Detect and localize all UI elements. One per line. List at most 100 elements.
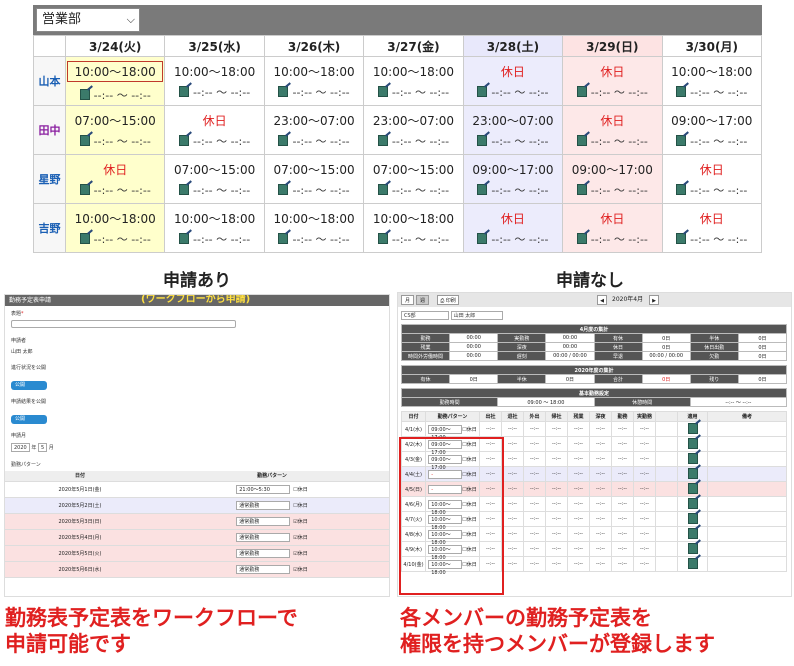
record-edit-icon[interactable] [278, 135, 289, 146]
shift-cell[interactable]: 07:00～15:00 --:-- ～ --:-- [363, 154, 464, 204]
shift-cell[interactable]: 07:00～15:00 --:-- ～ --:-- [263, 154, 365, 204]
record-edit-icon[interactable] [377, 233, 388, 244]
record-edit-icon[interactable] [676, 184, 687, 195]
shift-cell[interactable]: 09:00～17:00 --:-- ～ --:-- [661, 105, 763, 155]
daily-time: --:-- [633, 436, 656, 452]
holiday-checkbox[interactable]: ☑休日 [293, 567, 307, 573]
shift-cell[interactable]: 10:00～18:00 --:-- ～ --:-- [661, 56, 763, 106]
daily-pattern-select[interactable]: 09:00〜17:00 [428, 424, 463, 441]
apply-edit-icon[interactable] [687, 452, 698, 464]
apply-edit-icon[interactable] [687, 557, 698, 569]
shift-cell[interactable]: 休日 --:-- ～ --:-- [164, 105, 265, 155]
record-edit-icon[interactable] [676, 135, 687, 146]
holiday-checkbox[interactable]: ☑休日 [293, 519, 307, 525]
person-select[interactable]: 山田 太郎 [450, 311, 503, 320]
record-edit-icon[interactable] [79, 89, 90, 100]
tab-month[interactable]: 月 [401, 295, 414, 305]
apply-edit-icon[interactable] [687, 497, 698, 509]
tab-week[interactable]: 週 [416, 295, 429, 305]
prev-month-button[interactable]: ◀ [597, 295, 607, 305]
shift-cell[interactable]: 09:00～17:00 --:-- ～ --:-- [462, 154, 564, 204]
record-edit-icon[interactable] [179, 135, 190, 146]
record-edit-icon[interactable] [278, 233, 289, 244]
shift-time: 07:00～15:00 [174, 162, 256, 177]
record-edit-icon[interactable] [79, 135, 90, 146]
record-edit-icon[interactable] [179, 233, 190, 244]
shift-cell[interactable]: 10:00～18:00 --:-- ～ --:-- [164, 56, 265, 106]
shift-cell[interactable]: 09:00～17:00 --:-- ～ --:-- [562, 154, 663, 204]
record-edit-icon[interactable] [377, 184, 388, 195]
apply-edit-icon[interactable] [687, 437, 698, 449]
record-edit-icon[interactable] [477, 135, 488, 146]
record-edit-icon[interactable] [576, 135, 587, 146]
record-edit-icon[interactable] [79, 233, 90, 244]
holiday-checkbox[interactable]: ☑休日 [293, 535, 307, 541]
shift-cell[interactable]: 休日 --:-- ～ --:-- [562, 203, 663, 253]
apply-edit-icon[interactable] [687, 422, 698, 434]
record-edit-icon[interactable] [377, 135, 388, 146]
year-select[interactable]: 2020 [11, 443, 30, 452]
apply-edit-icon[interactable] [687, 527, 698, 539]
pattern-select[interactable]: 通常勤務 [236, 532, 291, 542]
print-button[interactable]: ⎙ 印刷 [437, 295, 459, 305]
summary-key: 深夜 [497, 342, 547, 352]
month-select[interactable]: 5 [37, 443, 48, 452]
pattern-select[interactable]: 通常勤務 [236, 500, 291, 510]
subject-input[interactable] [11, 320, 236, 328]
record-edit-icon[interactable] [179, 184, 190, 195]
daily-holiday-checkbox[interactable]: ☐休日 [462, 427, 476, 433]
shift-cell[interactable]: 休日 --:-- ～ --:-- [462, 203, 564, 253]
col-header: 残業 [567, 411, 590, 422]
shift-cell[interactable]: 23:00～07:00 --:-- ～ --:-- [363, 105, 464, 155]
record-edit-icon[interactable] [477, 233, 488, 244]
shift-cell[interactable]: 10:00～18:00 --:-- ～ --:-- [263, 56, 365, 106]
shift-cell[interactable]: 休日 --:-- ～ --:-- [462, 56, 564, 106]
without-request-label: 申請なし [556, 271, 624, 291]
record-edit-icon[interactable] [676, 233, 687, 244]
shift-cell[interactable]: 休日 --:-- ～ --:-- [64, 154, 166, 204]
apply-edit-icon[interactable] [687, 542, 698, 554]
shift-cell[interactable]: 07:00～15:00 --:-- ～ --:-- [164, 154, 265, 204]
record-edit-icon[interactable] [676, 86, 687, 97]
next-month-button[interactable]: ▶ [649, 295, 659, 305]
record-edit-icon[interactable] [477, 184, 488, 195]
pattern-select[interactable]: 通常勤務 [236, 564, 291, 574]
shift-cell[interactable]: 休日 --:-- ～ --:-- [661, 203, 763, 253]
apply-edit-icon[interactable] [687, 467, 698, 479]
result-public-toggle[interactable]: 公開 [11, 415, 47, 424]
record-edit-icon[interactable] [576, 184, 587, 195]
apply-edit-icon[interactable] [687, 482, 698, 494]
pattern-select[interactable]: 21:00〜5:30 [236, 484, 291, 494]
shift-cell[interactable]: 10:00～18:00 --:-- ～ --:-- [64, 203, 166, 253]
holiday-checkbox[interactable]: ☐休日 [293, 487, 307, 493]
pattern-select[interactable]: 通常勤務 [236, 548, 291, 558]
record-edit-icon[interactable] [576, 233, 587, 244]
shift-cell[interactable]: 休日 --:-- ～ --:-- [562, 105, 663, 155]
record-time: --:-- ～ --:-- [590, 232, 648, 246]
shift-cell[interactable]: 10:00～18:00 --:-- ～ --:-- [64, 56, 166, 106]
shift-cell[interactable]: 10:00～18:00 --:-- ～ --:-- [263, 203, 365, 253]
record-edit-icon[interactable] [477, 86, 488, 97]
shift-cell[interactable]: 10:00～18:00 --:-- ～ --:-- [164, 203, 265, 253]
shift-cell[interactable]: 10:00～18:00 --:-- ～ --:-- [363, 203, 464, 253]
record-edit-icon[interactable] [377, 86, 388, 97]
apply-edit-icon[interactable] [687, 512, 698, 524]
record-edit-icon[interactable] [576, 86, 587, 97]
record-edit-icon[interactable] [179, 86, 190, 97]
shift-cell[interactable]: 休日 --:-- ～ --:-- [661, 154, 763, 204]
shift-cell[interactable]: 07:00～15:00 --:-- ～ --:-- [64, 105, 166, 155]
daily-note [707, 526, 787, 542]
dept-select[interactable]: CS部 [401, 311, 449, 320]
holiday-checkbox[interactable]: ☐休日 [293, 503, 307, 509]
record-edit-icon[interactable] [278, 86, 289, 97]
department-select[interactable]: 営業部 ⌵ [36, 8, 140, 32]
shift-cell[interactable]: 10:00～18:00 --:-- ～ --:-- [363, 56, 464, 106]
holiday-checkbox[interactable]: ☑休日 [293, 551, 307, 557]
shift-cell[interactable]: 23:00～07:00 --:-- ～ --:-- [263, 105, 365, 155]
record-edit-icon[interactable] [278, 184, 289, 195]
shift-cell[interactable]: 23:00～07:00 --:-- ～ --:-- [462, 105, 564, 155]
record-edit-icon[interactable] [79, 184, 90, 195]
shift-cell[interactable]: 休日 --:-- ～ --:-- [562, 56, 663, 106]
progress-public-toggle[interactable]: 公開 [11, 381, 47, 390]
pattern-select[interactable]: 通常勤務 [236, 516, 291, 526]
